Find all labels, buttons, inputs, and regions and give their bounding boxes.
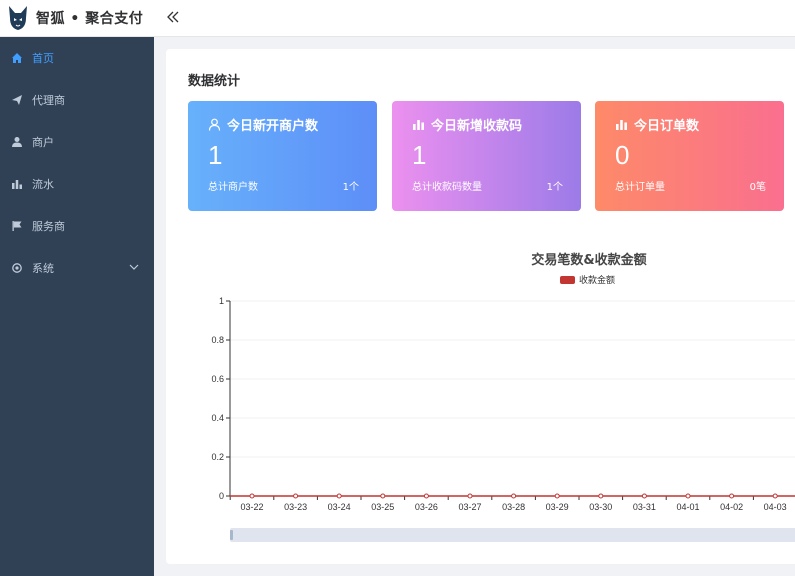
sidebar-item-label: 首页 <box>32 52 54 65</box>
y-tick-label: 1 <box>219 296 224 306</box>
sidebar-item-merchants[interactable]: 商户 <box>0 121 154 163</box>
x-tick-label: 03-30 <box>589 502 612 512</box>
x-tick-label: 03-22 <box>240 502 263 512</box>
user-icon <box>10 135 24 149</box>
data-point <box>554 493 560 499</box>
sidebar-item-label: 代理商 <box>32 94 65 107</box>
data-point <box>336 493 342 499</box>
data-point <box>249 493 255 499</box>
x-tick-label: 03-23 <box>284 502 307 512</box>
y-tick-label: 0.4 <box>211 413 224 423</box>
y-tick-label: 0 <box>219 491 224 501</box>
x-tick-label: 03-27 <box>458 502 481 512</box>
brand-name: 智狐 • 聚合支付 <box>36 11 144 27</box>
sidebar-item-label: 服务商 <box>32 220 65 233</box>
line-chart: 0 0.2 0.4 0.6 0.8 1 03-22 03-23 03-24 03-25 03-26 0… <box>211 296 795 512</box>
x-tick-label: 03-24 <box>328 502 351 512</box>
sidebar-item-system[interactable]: 系统 <box>0 247 154 289</box>
data-point <box>641 493 647 499</box>
fox-logo-icon <box>9 6 27 30</box>
x-tick-label: 04-02 <box>720 502 743 512</box>
y-tick-label: 0.6 <box>211 374 224 384</box>
data-point <box>423 493 429 499</box>
data-point <box>293 493 299 499</box>
sidebar-item-label: 流水 <box>32 178 54 191</box>
data-point <box>598 493 604 499</box>
x-tick-label: 04-01 <box>676 502 699 512</box>
send-icon <box>10 93 24 107</box>
sidebar-item-agents[interactable]: 代理商 <box>0 79 154 121</box>
sidebar-collapse-button[interactable] <box>167 9 179 27</box>
sidebar-item-label: 商户 <box>32 136 54 149</box>
chevron-down-icon <box>129 264 139 270</box>
double-chevron-left-icon <box>167 11 179 23</box>
sidebar-item-service-providers[interactable]: 服务商 <box>0 205 154 247</box>
data-point <box>685 493 691 499</box>
data-point <box>729 493 735 499</box>
chart-zoom-slider[interactable] <box>230 528 795 542</box>
flag-icon <box>10 219 24 233</box>
data-point <box>380 493 386 499</box>
x-tick-label: 03-31 <box>633 502 656 512</box>
sidebar-item-label: 系统 <box>32 262 54 275</box>
home-icon <box>10 51 24 65</box>
x-tick-label: 03-28 <box>502 502 525 512</box>
sidebar-item-home[interactable]: 首页 <box>0 37 154 79</box>
y-tick-label: 0.8 <box>211 335 224 345</box>
data-point <box>511 493 517 499</box>
slider-handle[interactable] <box>230 530 233 540</box>
data-point <box>772 493 778 499</box>
settings-icon <box>10 261 24 275</box>
x-tick-label: 03-26 <box>415 502 438 512</box>
dashboard-panel: 数据统计 今日新开商户数 1 总计商户数 1个 今日新增收款码 1 总计收款码数… <box>166 49 795 564</box>
x-tick-label: 03-25 <box>371 502 394 512</box>
x-tick-label: 03-29 <box>546 502 569 512</box>
brand-logo-area: 智狐 • 聚合支付 <box>0 4 154 32</box>
sidebar-menu: 首页 代理商 商户 流水 服务商 系统 <box>0 37 154 576</box>
sidebar-item-transactions[interactable]: 流水 <box>0 163 154 205</box>
top-header: 智狐 • 聚合支付 <box>0 0 795 37</box>
x-tick-label: 04-03 <box>764 502 787 512</box>
bar-chart-icon <box>10 177 24 191</box>
y-tick-label: 0.2 <box>211 452 224 462</box>
data-point <box>467 493 473 499</box>
